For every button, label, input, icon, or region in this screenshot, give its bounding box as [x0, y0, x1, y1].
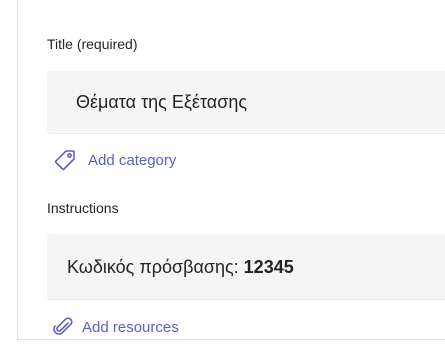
title-label: Title (required): [47, 36, 138, 52]
add-category-button[interactable]: Add category: [52, 147, 176, 173]
add-category-label: Add category: [88, 151, 177, 169]
paperclip-icon: [52, 314, 74, 340]
access-code: 12345: [243, 256, 294, 277]
instructions-text: Κωδικός πρόσβασης:: [67, 256, 244, 277]
tag-icon: [52, 147, 78, 173]
instructions-label: Instructions: [47, 200, 119, 216]
add-resources-button[interactable]: Add resources: [52, 314, 179, 340]
instructions-input[interactable]: Κωδικός πρόσβασης: 12345: [47, 234, 445, 300]
title-input-value: Θέματα της Εξέτασης: [76, 92, 248, 112]
add-resources-label: Add resources: [82, 318, 179, 336]
title-input[interactable]: Θέματα της Εξέτασης: [47, 71, 445, 134]
instructions-input-value: Κωδικός πρόσβασης: 12345: [67, 257, 294, 278]
